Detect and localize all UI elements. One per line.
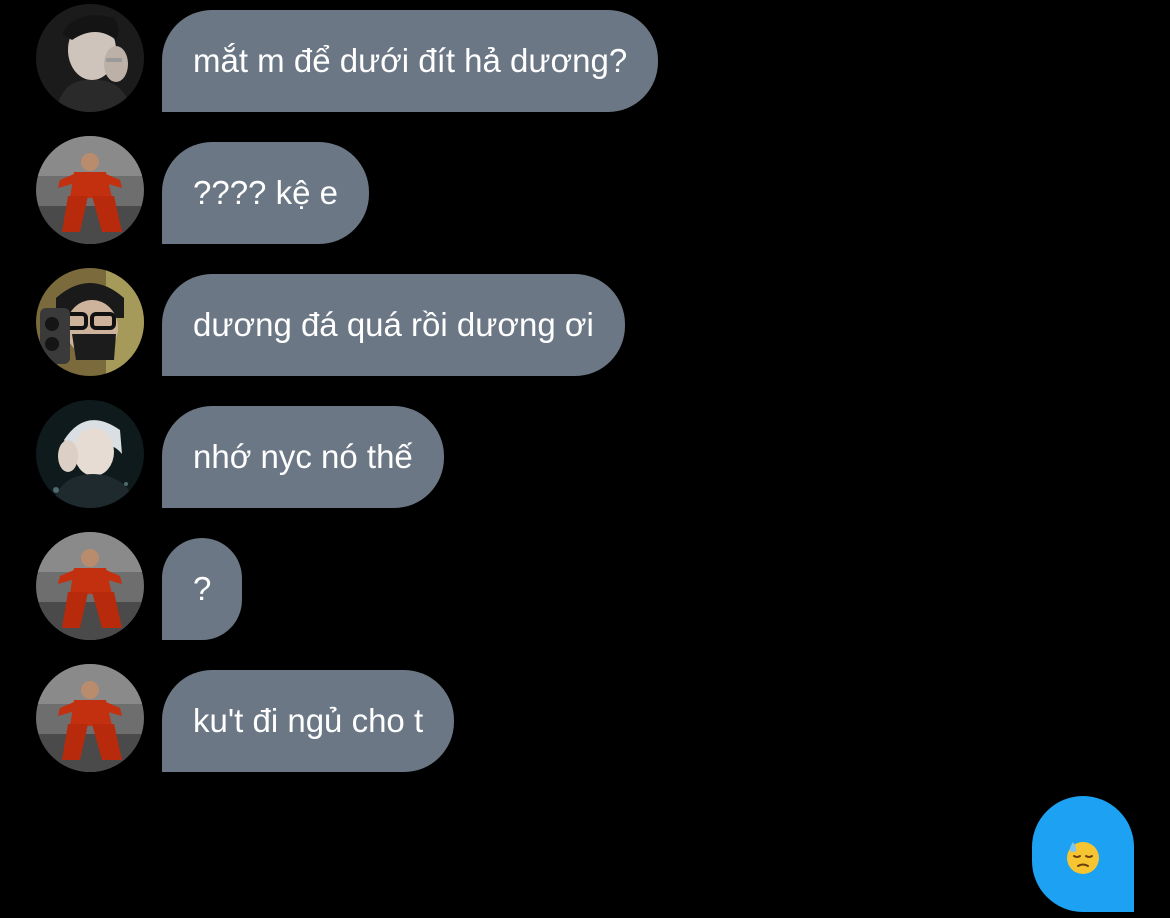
sender-avatar[interactable] [36,400,144,508]
downcast-face-with-sweat-icon [1067,842,1099,874]
received-message-bubble[interactable]: ku't đi ngủ cho t [162,670,455,772]
message-text: ???? kệ e [193,174,338,211]
message-text: mắt m để dưới đít hả dương? [193,42,628,79]
sender-avatar[interactable] [36,268,144,376]
received-message-bubble[interactable]: mắt m để dưới đít hả dương? [162,10,659,112]
received-message-bubble[interactable]: dương đá quá rồi dương ơi [162,274,625,376]
sender-avatar[interactable] [36,532,144,640]
sent-message-bubble[interactable] [1032,796,1134,912]
avatar-hand-face-image [36,4,144,112]
avatar-red-outfit-image [36,532,144,640]
received-message-bubble[interactable]: ? [162,538,243,640]
avatar-red-outfit-image [36,664,144,772]
received-message-bubble[interactable]: ???? kệ e [162,142,369,244]
avatar-silver-hair-image [36,400,144,508]
avatar-red-outfit-image [36,136,144,244]
received-message-bubble[interactable]: nhớ nyc nó thế [162,406,444,508]
sender-avatar[interactable] [36,664,144,772]
message-text: ? [193,570,212,607]
sender-avatar[interactable] [36,4,144,112]
avatar-glasses-phone-image [36,268,144,376]
sender-avatar[interactable] [36,136,144,244]
message-text: ku't đi ngủ cho t [193,702,424,739]
message-text: dương đá quá rồi dương ơi [193,306,594,343]
conversation: mắt m để dưới đít hả dương? ???? kệ e dư… [0,0,1170,918]
message-text: nhớ nyc nó thế [193,438,413,475]
